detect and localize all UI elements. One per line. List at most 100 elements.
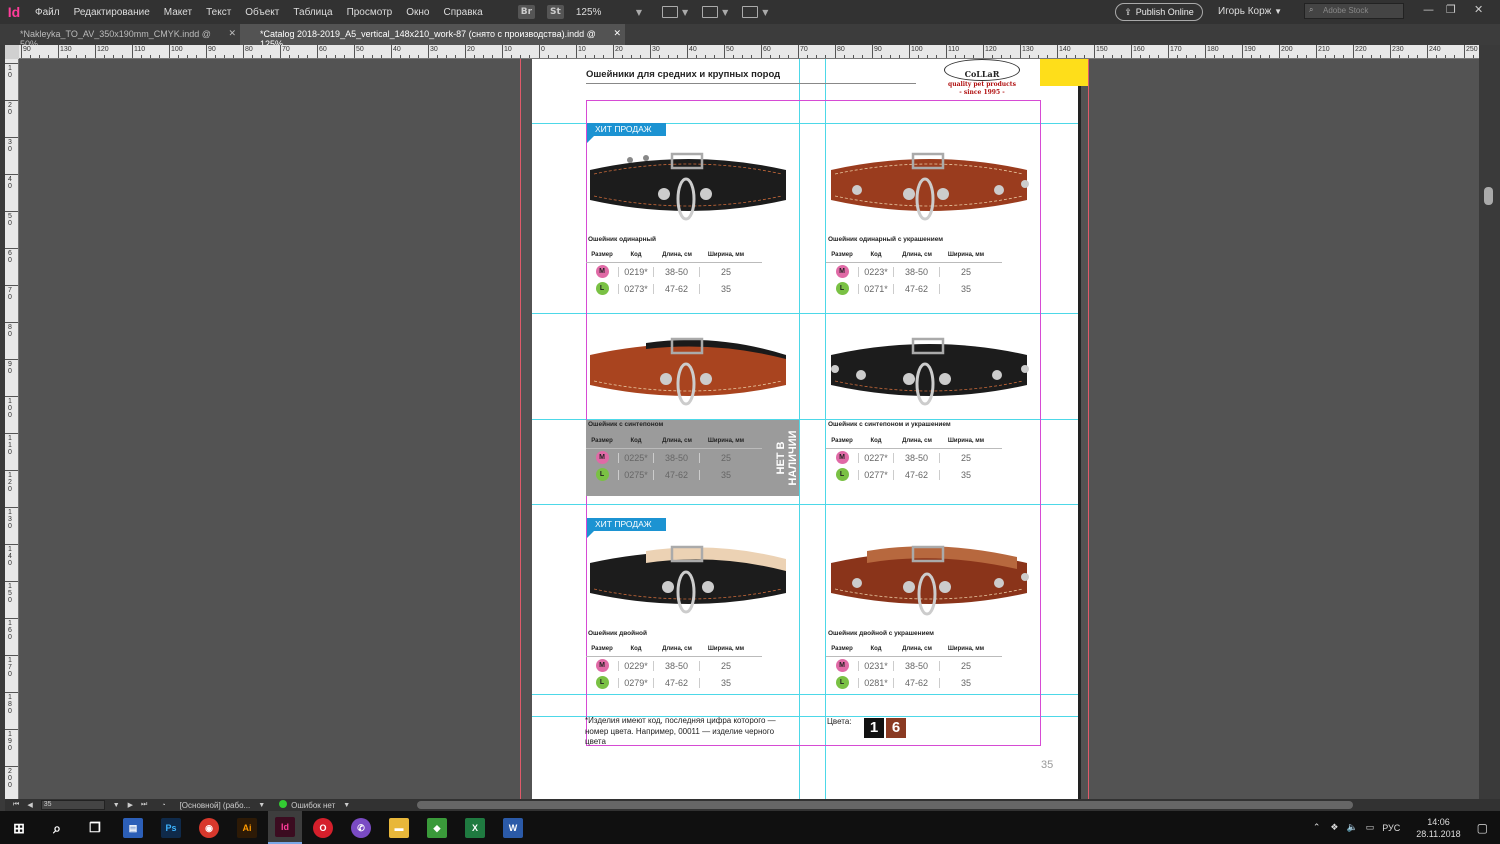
- size-table[interactable]: Размер Код Длина, см Ширина, мм M 0231* 38-50…: [826, 643, 1002, 691]
- size-table[interactable]: Размер Код Длина, см Ширина, мм M 0223* 38-50…: [826, 249, 1002, 297]
- master-state[interactable]: [Основной] (рабо...: [180, 801, 251, 810]
- network-icon[interactable]: ▭: [1366, 822, 1375, 833]
- product-name[interactable]: Ошейник одинарный с украшением: [828, 236, 943, 243]
- ruler-origin[interactable]: [5, 45, 19, 59]
- close-window-icon[interactable]: ✕: [1474, 3, 1483, 16]
- close-tab-icon[interactable]: ✕: [228, 28, 236, 39]
- page-dropdown-icon[interactable]: ▼: [113, 802, 120, 809]
- search-taskbar-button[interactable]: ⌕: [40, 811, 74, 844]
- size-table[interactable]: Размер Код Длина, см Ширина, мм M 0225* 38-50…: [586, 435, 762, 483]
- view-options-chevron-icon[interactable]: ▼: [722, 8, 728, 17]
- arrange-chevron-icon[interactable]: ▼: [762, 8, 768, 17]
- close-tab-icon[interactable]: ✕: [613, 28, 621, 39]
- next-page-icon[interactable]: ▶: [128, 801, 133, 809]
- app-save[interactable]: ▤: [116, 811, 150, 844]
- notifications-icon[interactable]: ▢: [1477, 821, 1488, 835]
- ruler-label: 100: [8, 398, 12, 419]
- start-button[interactable]: ⊞: [2, 811, 36, 844]
- horizontal-ruler[interactable]: 90 130 120 110 100 90 80 70 60 50 40 30 20 10 0 10 20 30 4…: [19, 45, 1479, 59]
- size-table[interactable]: Размер Код Длина, см Ширина, мм M 0229* 38-50…: [586, 643, 762, 691]
- last-page-icon[interactable]: ⏭: [141, 801, 147, 809]
- master-dropdown-icon[interactable]: ▼: [258, 802, 265, 809]
- tab-catalog[interactable]: *Catalog 2018-2019_A5_vertical_148x210_w…: [240, 24, 625, 49]
- ruler-tick: [169, 45, 170, 58]
- collar-image-black-studded[interactable]: [827, 329, 1033, 417]
- color-swatch-brown[interactable]: 6: [886, 718, 906, 738]
- out-of-stock-label[interactable]: НЕТ В НАЛИЧИИ: [775, 420, 799, 496]
- zoom-chevron-icon[interactable]: ▼: [636, 8, 642, 17]
- document-canvas[interactable]: Ошейники для средних и крупных пород CoL…: [19, 59, 1479, 799]
- horizontal-scrollbar[interactable]: [417, 801, 1353, 809]
- view-options-icon[interactable]: [702, 6, 719, 18]
- app-photoshop[interactable]: Ps: [154, 811, 188, 844]
- app-word[interactable]: W: [496, 811, 530, 844]
- publish-online-button[interactable]: ⇪ Publish Online: [1115, 3, 1203, 21]
- tab-nakleyka[interactable]: *Nakleyka_TO_AV_350x190mm_CMYK.indd @ 50…: [0, 24, 240, 49]
- menu-window[interactable]: Окно: [399, 7, 436, 18]
- language-indicator[interactable]: РУС: [1382, 823, 1400, 833]
- collar-image-brown-double-studded[interactable]: [827, 537, 1033, 625]
- collar-image-black-double[interactable]: [586, 537, 792, 625]
- minimize-icon[interactable]: —: [1423, 3, 1434, 16]
- collar-image-brown-studded[interactable]: [827, 144, 1033, 232]
- bridge-button[interactable]: Br: [517, 5, 536, 19]
- task-view-button[interactable]: ❐: [78, 811, 112, 844]
- adobe-stock-search[interactable]: ⌕ Adobe Stock: [1304, 3, 1404, 19]
- page-number-field[interactable]: 35: [40, 800, 105, 810]
- menu-edit[interactable]: Редактирование: [67, 7, 157, 18]
- product-name[interactable]: Ошейник с синтепоном: [588, 421, 663, 428]
- size-table[interactable]: Размер Код Длина, см Ширина, мм M 0219* 38-50…: [586, 249, 762, 297]
- page-number[interactable]: 35: [1041, 759, 1053, 771]
- user-menu[interactable]: Игорь Корж ▼: [1218, 6, 1282, 17]
- zoom-level[interactable]: 125%: [576, 7, 632, 18]
- product-name[interactable]: Ошейник с синтепоном и украшением: [828, 421, 951, 428]
- vertical-ruler[interactable]: 10 20 30 40 50 60 70 80 90 100 110 120 130 140 150 160 1…: [5, 59, 19, 799]
- app-excel[interactable]: X: [458, 811, 492, 844]
- bestseller-badge[interactable]: ХИТ ПРОДАЖ: [587, 123, 666, 143]
- menu-table[interactable]: Таблица: [286, 7, 339, 18]
- clock[interactable]: 14:06 28.11.2018: [1416, 816, 1460, 840]
- menu-help[interactable]: Справка: [436, 7, 489, 18]
- menu-layout[interactable]: Макет: [157, 7, 199, 18]
- product-name[interactable]: Ошейник двойной: [588, 630, 647, 637]
- tray-expand-icon[interactable]: ⌃: [1313, 822, 1321, 833]
- collar-image-brown-black-lining[interactable]: [586, 329, 792, 417]
- menu-file[interactable]: Файл: [28, 7, 67, 18]
- footnote[interactable]: *Изделия имеют код, последняя цифра кото…: [585, 716, 795, 748]
- brand-logo[interactable]: CoLLaR quality pet products - since 1995…: [937, 59, 1027, 101]
- product-name[interactable]: Ошейник двойной с украшением: [828, 630, 934, 637]
- volume-icon[interactable]: 🔈: [1347, 822, 1358, 833]
- app-coreldraw[interactable]: ◆: [420, 811, 454, 844]
- dropbox-icon[interactable]: ❖: [1330, 822, 1338, 833]
- stock-button[interactable]: St: [547, 5, 564, 19]
- scroll-thumb[interactable]: [1484, 187, 1493, 205]
- bestseller-badge[interactable]: ХИТ ПРОДАЖ: [587, 518, 666, 538]
- size-table[interactable]: Размер Код Длина, см Ширина, мм M 0227* 38-50…: [826, 435, 1002, 483]
- menu-view[interactable]: Просмотр: [340, 7, 400, 18]
- preflight-dropdown-icon[interactable]: ▼: [343, 802, 350, 809]
- collar-image-black[interactable]: [586, 144, 792, 232]
- preflight-icon[interactable]: ◔: [161, 802, 165, 809]
- screen-mode-icon[interactable]: [661, 6, 678, 18]
- app-opera[interactable]: O: [306, 811, 340, 844]
- arrange-documents-icon[interactable]: [742, 6, 759, 18]
- product-name[interactable]: Ошейник одинарный: [588, 236, 656, 243]
- color-swatch-black[interactable]: 1: [864, 718, 884, 738]
- restore-icon[interactable]: ❐: [1446, 3, 1456, 16]
- first-page-icon[interactable]: ⏮: [13, 801, 19, 809]
- preflight-status[interactable]: Ошибок нет: [279, 800, 335, 810]
- prev-page-icon[interactable]: ◀: [27, 801, 32, 809]
- app-chrome[interactable]: ◉: [192, 811, 226, 844]
- app-viber[interactable]: ✆: [344, 811, 378, 844]
- app-explorer[interactable]: ▬: [382, 811, 416, 844]
- menu-text[interactable]: Текст: [199, 7, 238, 18]
- yellow-tab-marker[interactable]: [1040, 59, 1088, 86]
- app-indesign[interactable]: Id: [268, 811, 302, 844]
- colors-label[interactable]: Цвета:: [827, 717, 852, 726]
- page-title[interactable]: Ошейники для средних и крупных пород: [586, 69, 780, 80]
- app-illustrator[interactable]: Ai: [230, 811, 264, 844]
- menu-object[interactable]: Объект: [238, 7, 286, 18]
- indesign-logo[interactable]: Id: [0, 4, 28, 20]
- screen-mode-chevron-icon[interactable]: ▼: [682, 8, 688, 17]
- vertical-scrollbar[interactable]: [1479, 45, 1500, 799]
